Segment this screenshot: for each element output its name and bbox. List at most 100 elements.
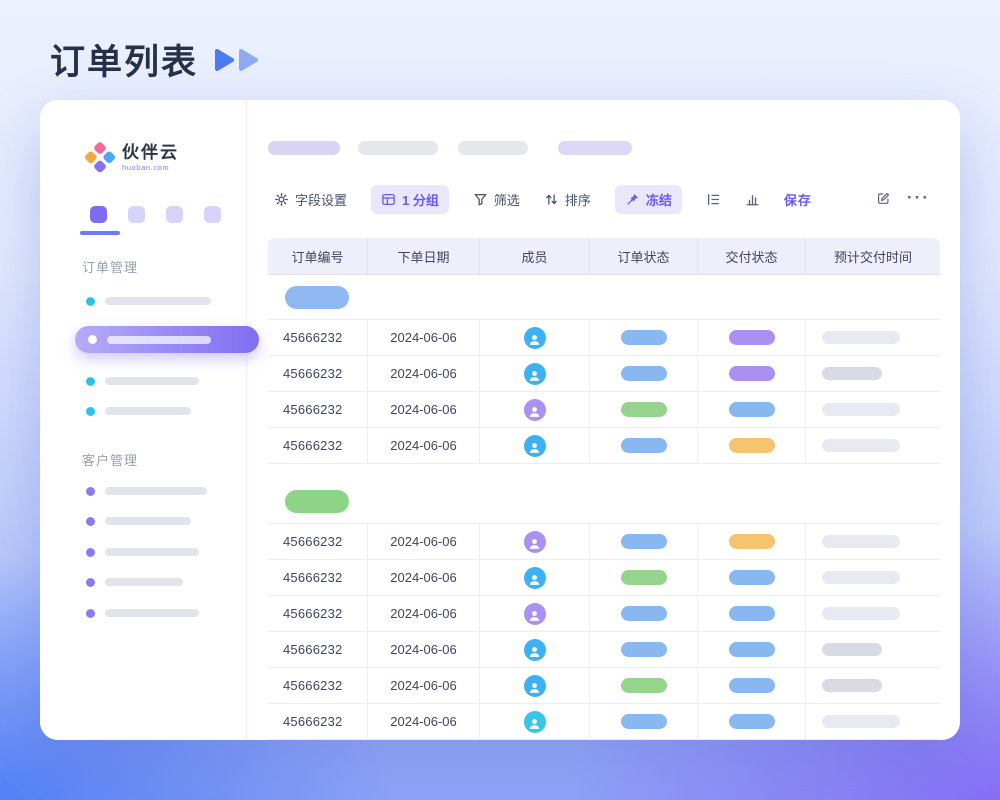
column-header-2[interactable]: 成员	[480, 238, 590, 274]
delivery-status-cell[interactable]	[698, 560, 806, 595]
column-header-0[interactable]: 订单编号	[268, 238, 368, 274]
sidebar-item[interactable]	[86, 373, 199, 389]
eta-cell[interactable]	[806, 524, 940, 559]
member-avatar[interactable]	[524, 639, 546, 661]
filter-button[interactable]: 筛选	[473, 190, 520, 209]
member-cell[interactable]	[480, 428, 590, 463]
field-settings-button[interactable]: 字段设置	[274, 190, 347, 209]
table-row[interactable]: 456662322024-06-06	[268, 560, 940, 596]
eta-cell[interactable]	[806, 632, 940, 667]
member-avatar[interactable]	[524, 675, 546, 697]
member-avatar[interactable]	[524, 435, 546, 457]
table-row[interactable]: 456662322024-06-06	[268, 392, 940, 428]
order-status-cell[interactable]	[590, 704, 698, 739]
delivery-status-cell[interactable]	[698, 596, 806, 631]
order-no-cell[interactable]: 45666232	[268, 704, 368, 739]
order-no-cell[interactable]: 45666232	[268, 668, 368, 703]
order-no-cell[interactable]: 45666232	[268, 632, 368, 667]
member-cell[interactable]	[480, 596, 590, 631]
order-status-cell[interactable]	[590, 392, 698, 427]
order-status-cell[interactable]	[590, 356, 698, 391]
group-button[interactable]: 1 分组	[371, 185, 449, 214]
sidebar-item[interactable]	[86, 403, 191, 419]
sidebar-item[interactable]	[86, 483, 207, 499]
delivery-status-cell[interactable]	[698, 632, 806, 667]
chart-button[interactable]	[745, 192, 760, 207]
sidebar-item[interactable]	[86, 544, 199, 560]
delivery-status-cell[interactable]	[698, 524, 806, 559]
order-date-cell[interactable]: 2024-06-06	[368, 356, 480, 391]
order-status-cell[interactable]	[590, 560, 698, 595]
sidebar-item[interactable]	[86, 574, 183, 590]
workspace-tab-2[interactable]	[128, 206, 145, 223]
member-avatar[interactable]	[524, 603, 546, 625]
edit-share-button[interactable]	[876, 191, 891, 206]
group-summary-row[interactable]	[268, 479, 940, 524]
member-cell[interactable]	[480, 356, 590, 391]
member-avatar[interactable]	[524, 363, 546, 385]
order-no-cell[interactable]: 45666232	[268, 392, 368, 427]
more-button[interactable]: ···	[907, 188, 930, 208]
member-cell[interactable]	[480, 392, 590, 427]
member-cell[interactable]	[480, 704, 590, 739]
order-status-cell[interactable]	[590, 596, 698, 631]
order-date-cell[interactable]: 2024-06-06	[368, 560, 480, 595]
order-date-cell[interactable]: 2024-06-06	[368, 632, 480, 667]
eta-cell[interactable]	[806, 392, 940, 427]
eta-cell[interactable]	[806, 428, 940, 463]
member-cell[interactable]	[480, 560, 590, 595]
order-status-cell[interactable]	[590, 524, 698, 559]
table-row[interactable]: 456662322024-06-06	[268, 524, 940, 560]
table-row[interactable]: 456662322024-06-06	[268, 596, 940, 632]
order-date-cell[interactable]: 2024-06-06	[368, 596, 480, 631]
delivery-status-cell[interactable]	[698, 704, 806, 739]
order-status-cell[interactable]	[590, 668, 698, 703]
sort-button[interactable]: 排序	[544, 190, 591, 209]
order-date-cell[interactable]: 2024-06-06	[368, 704, 480, 739]
eta-cell[interactable]	[806, 596, 940, 631]
table-row[interactable]: 456662322024-06-06	[268, 704, 940, 740]
workspace-tab-4[interactable]	[204, 206, 221, 223]
row-height-button[interactable]	[706, 192, 721, 207]
column-header-1[interactable]: 下单日期	[368, 238, 480, 274]
delivery-status-cell[interactable]	[698, 356, 806, 391]
order-date-cell[interactable]: 2024-06-06	[368, 392, 480, 427]
freeze-button[interactable]: 冻结	[615, 185, 682, 214]
sidebar-item[interactable]	[86, 605, 199, 621]
column-header-4[interactable]: 交付状态	[698, 238, 806, 274]
group-pill[interactable]	[285, 490, 349, 513]
eta-cell[interactable]	[806, 320, 940, 355]
table-row[interactable]: 456662322024-06-06	[268, 632, 940, 668]
column-header-3[interactable]: 订单状态	[590, 238, 698, 274]
column-header-5[interactable]: 预计交付时间	[806, 238, 940, 274]
member-cell[interactable]	[480, 320, 590, 355]
group-summary-row[interactable]	[268, 275, 940, 320]
eta-cell[interactable]	[806, 560, 940, 595]
sidebar-item-selected[interactable]	[75, 326, 259, 353]
order-no-cell[interactable]: 45666232	[268, 320, 368, 355]
member-avatar[interactable]	[524, 567, 546, 589]
table-row[interactable]: 456662322024-06-06	[268, 668, 940, 704]
table-row[interactable]: 456662322024-06-06	[268, 320, 940, 356]
order-date-cell[interactable]: 2024-06-06	[368, 668, 480, 703]
order-date-cell[interactable]: 2024-06-06	[368, 428, 480, 463]
order-no-cell[interactable]: 45666232	[268, 596, 368, 631]
delivery-status-cell[interactable]	[698, 320, 806, 355]
member-cell[interactable]	[480, 632, 590, 667]
delivery-status-cell[interactable]	[698, 668, 806, 703]
order-no-cell[interactable]: 45666232	[268, 428, 368, 463]
member-avatar[interactable]	[524, 327, 546, 349]
order-no-cell[interactable]: 45666232	[268, 560, 368, 595]
member-cell[interactable]	[480, 668, 590, 703]
member-avatar[interactable]	[524, 399, 546, 421]
eta-cell[interactable]	[806, 668, 940, 703]
member-cell[interactable]	[480, 524, 590, 559]
order-status-cell[interactable]	[590, 428, 698, 463]
save-button[interactable]: 保存	[784, 190, 812, 209]
workspace-tab-3[interactable]	[166, 206, 183, 223]
table-row[interactable]: 456662322024-06-06	[268, 356, 940, 392]
delivery-status-cell[interactable]	[698, 428, 806, 463]
eta-cell[interactable]	[806, 356, 940, 391]
sidebar-item[interactable]	[86, 293, 211, 309]
table-row[interactable]: 456662322024-06-06	[268, 428, 940, 464]
